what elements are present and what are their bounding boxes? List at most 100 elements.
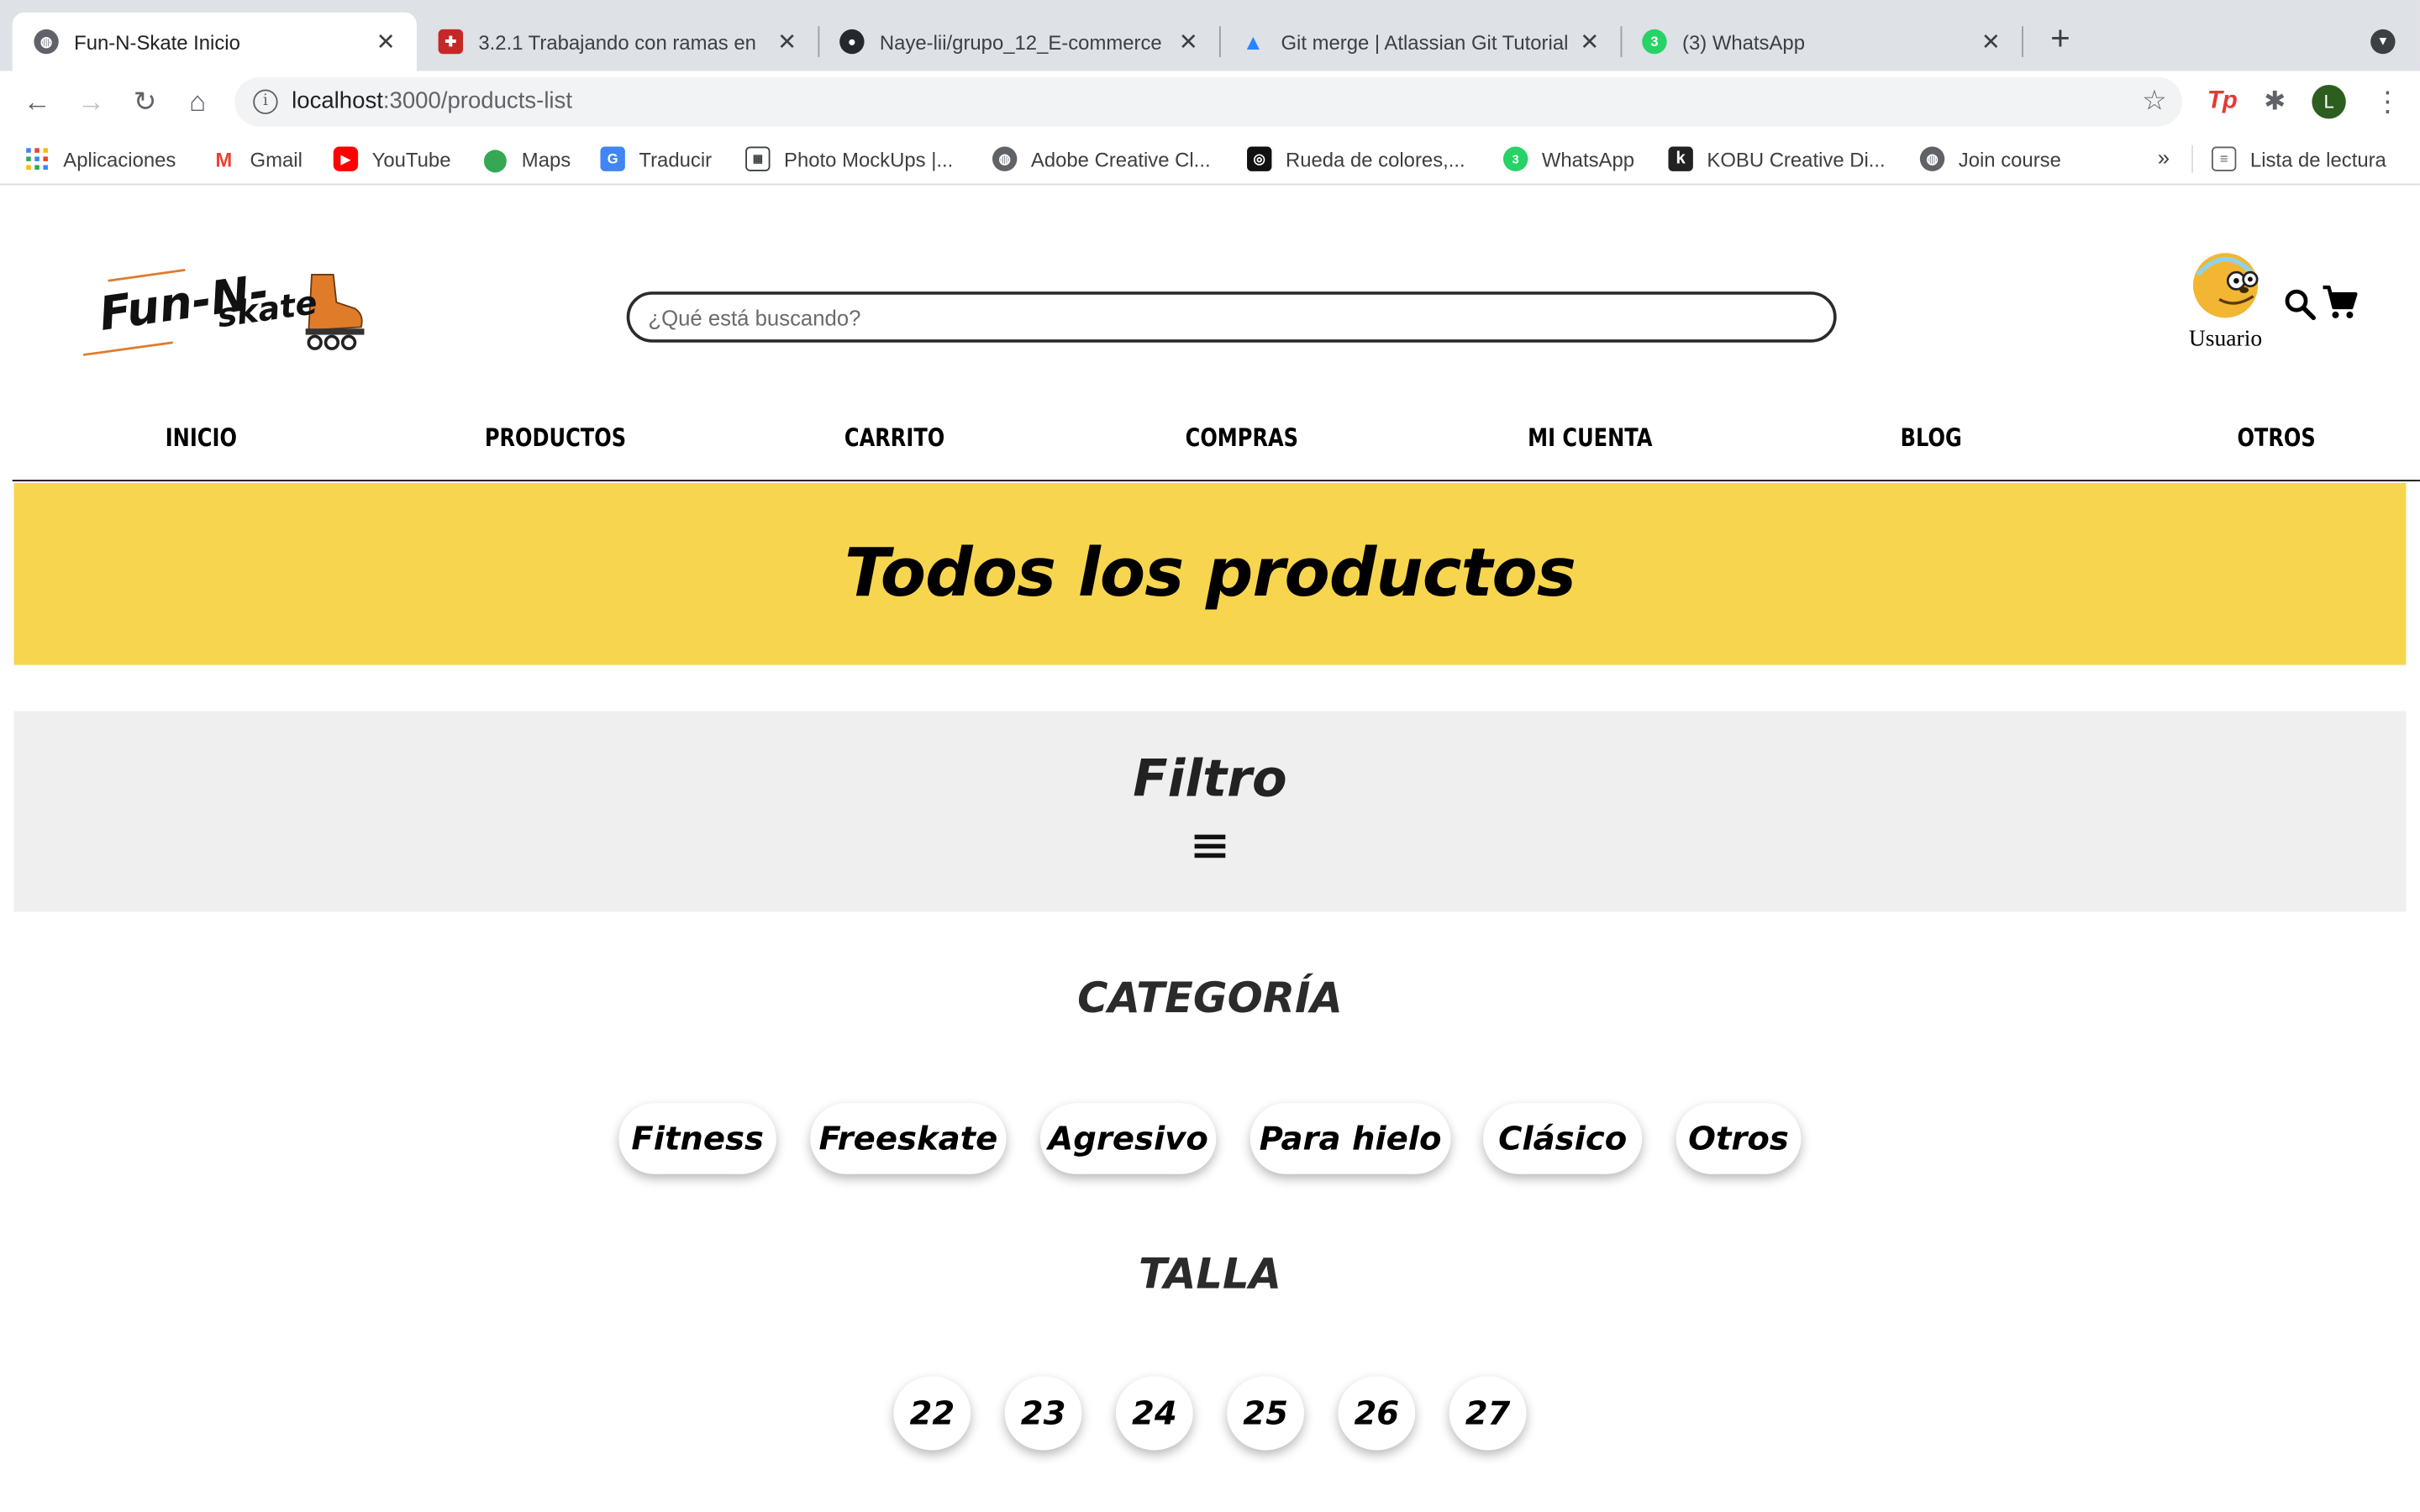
profile-avatar[interactable]: L <box>2312 85 2346 119</box>
tab-fun-n-skate[interactable]: ◍ Fun-N-Skate Inicio ✕ <box>12 12 417 71</box>
tab-title: 3.2.1 Trabajando con ramas en <box>478 29 756 54</box>
translate-icon: G <box>600 146 625 171</box>
reading-list-button[interactable]: ≡ Lista de lectura <box>2211 145 2386 173</box>
whatsapp-badge: 3 <box>1650 34 1659 50</box>
kobu-icon: k <box>1668 146 1693 171</box>
category-para-hielo-button[interactable]: Para hielo <box>1249 1103 1451 1174</box>
nav-inicio[interactable]: INICIO <box>166 423 237 452</box>
size-heading: TALLA <box>1138 1251 1281 1299</box>
size-26-button[interactable]: 26 <box>1338 1376 1416 1451</box>
search-icon[interactable] <box>2281 286 2318 323</box>
close-icon[interactable]: ✕ <box>1577 28 1602 55</box>
home-icon[interactable]: ⌂ <box>179 83 216 120</box>
close-icon[interactable]: ✕ <box>1176 28 1201 55</box>
nav-carrito[interactable]: CARRITO <box>844 423 944 452</box>
tab-title: (3) WhatsApp <box>1682 29 1805 54</box>
forward-arrow-icon[interactable]: → <box>72 83 109 120</box>
bookmark-adobe[interactable]: ◍ Adobe Creative Cl... <box>992 145 1211 173</box>
page-title: Todos los productos <box>844 535 1576 613</box>
size-24-button[interactable]: 24 <box>1115 1376 1193 1451</box>
tab-atlassian[interactable]: ▲ Git merge | Atlassian Git Tutorial ✕ <box>1219 13 1621 71</box>
gmail-icon: M <box>215 147 233 171</box>
reload-icon[interactable]: ↻ <box>127 83 164 120</box>
bookmark-youtube[interactable]: ▶ YouTube <box>333 145 450 173</box>
maps-pin-icon: ⬤ <box>483 145 508 171</box>
user-label: Usuario <box>2188 327 2263 352</box>
tab-trabajando-con-ramas[interactable]: ✚ 3.2.1 Trabajando con ramas en ✕ <box>417 13 818 71</box>
page-banner: Todos los productos <box>13 482 2407 665</box>
globe-icon: ◍ <box>1919 146 1945 171</box>
bookmark-aplicaciones[interactable]: Aplicaciones <box>24 145 176 173</box>
user-account-link[interactable]: Usuario <box>2179 247 2271 355</box>
tab-title: Naye-lii/grupo_12_E-commerce <box>879 29 1162 54</box>
back-arrow-icon[interactable]: ← <box>18 83 55 120</box>
reading-list-icon: ≡ <box>2211 146 2237 171</box>
bookmark-rueda-de-colores[interactable]: ◎ Rueda de colores,... <box>1247 145 1465 173</box>
nav-compras[interactable]: COMPRAS <box>1186 423 1298 452</box>
page-root: ◍ Fun-N-Skate Inicio ✕ ✚ 3.2.1 Trabajand… <box>0 0 2420 1512</box>
browser-toolbar: ← → ↻ ⌂ i localhost:3000/products-list ☆… <box>0 71 2420 133</box>
extensions-puzzle-icon[interactable]: ✱ <box>2258 85 2291 118</box>
address-bar[interactable]: i localhost:3000/products-list ☆ <box>234 76 2183 127</box>
tab-search-chevron-icon[interactable]: ▼ <box>2370 29 2396 55</box>
search-input[interactable] <box>626 291 1837 343</box>
more-bookmarks-button[interactable]: » <box>2158 145 2170 170</box>
tab-github[interactable]: ● Naye-lii/grupo_12_E-commerce ✕ <box>818 13 1219 71</box>
whatsapp-icon: 3 <box>1502 146 1528 171</box>
tab-title: Git merge | Atlassian Git Tutorial <box>1281 29 1569 54</box>
new-tab-button[interactable]: + <box>2044 21 2077 55</box>
size-23-button[interactable]: 23 <box>1004 1376 1082 1451</box>
bookmark-traducir[interactable]: G Traducir <box>600 145 712 173</box>
puzzle-favicon-icon: ✚ <box>438 29 464 55</box>
cart-icon[interactable] <box>2320 282 2360 323</box>
tab-title: Fun-N-Skate Inicio <box>74 29 240 54</box>
bookmark-maps[interactable]: ⬤ Maps <box>483 145 571 173</box>
filter-title: Filtro <box>1133 748 1287 809</box>
site-info-icon[interactable]: i <box>253 89 278 114</box>
category-fitness-button[interactable]: Fitness <box>618 1103 776 1174</box>
close-icon[interactable]: ✕ <box>775 28 799 55</box>
site-logo[interactable]: Fun-N- skate <box>81 262 374 361</box>
size-25-button[interactable]: 25 <box>1227 1376 1305 1451</box>
tab-divider <box>2022 26 2023 57</box>
nav-productos[interactable]: PRODUCTOS <box>485 423 626 452</box>
bookmark-star-icon[interactable]: ☆ <box>2142 85 2167 118</box>
browser-menu-icon[interactable]: ⋮ <box>2374 85 2402 118</box>
color-wheel-icon: ◎ <box>1247 146 1272 171</box>
main-navigation: INICIO PRODUCTOS CARRITO COMPRAS MI CUEN… <box>12 413 2420 482</box>
bookmarks-bar: Aplicaciones M Gmail ▶ YouTube ⬤ Maps G Trad… <box>0 132 2420 186</box>
mockup-icon: ▦ <box>745 146 771 171</box>
close-icon[interactable]: ✕ <box>1979 28 2003 55</box>
size-22-button[interactable]: 22 <box>893 1376 971 1451</box>
skate-logo-icon: Fun-N- skate <box>82 264 365 356</box>
globe-icon: ◍ <box>34 29 59 55</box>
github-icon: ● <box>839 29 865 55</box>
browser-tab-strip: ◍ Fun-N-Skate Inicio ✕ ✚ 3.2.1 Trabajand… <box>0 0 2420 71</box>
bookmark-photo-mockups[interactable]: ▦ Photo MockUps |... <box>745 145 953 173</box>
filter-panel: Filtro <box>13 711 2407 912</box>
bookmark-kobu[interactable]: k KOBU Creative Di... <box>1668 145 1886 173</box>
bookmarks-divider <box>2191 144 2193 173</box>
size-27-button[interactable]: 27 <box>1449 1376 1527 1451</box>
category-otros-button[interactable]: Otros <box>1676 1103 1802 1174</box>
globe-icon: ◍ <box>992 146 1018 171</box>
close-icon[interactable]: ✕ <box>373 28 397 55</box>
youtube-icon: ▶ <box>333 146 359 171</box>
category-heading: CATEGORÍA <box>1077 974 1343 1023</box>
apps-grid-icon <box>24 146 49 171</box>
extension-tp-icon[interactable]: Tp <box>2204 85 2241 118</box>
category-clasico-button[interactable]: Clásico <box>1483 1103 1643 1174</box>
whatsapp-icon: 3 <box>1642 29 1667 55</box>
bookmark-join-course[interactable]: ◍ Join course <box>1919 145 2061 173</box>
category-agresivo-button[interactable]: Agresivo <box>1039 1103 1217 1174</box>
category-freeskate-button[interactable]: Freeskate <box>810 1103 1007 1174</box>
user-avatar-icon <box>2192 253 2259 318</box>
bookmark-gmail[interactable]: M Gmail <box>212 145 302 173</box>
nav-blog[interactable]: BLOG <box>1901 423 1962 452</box>
atlassian-icon: ▲ <box>1242 29 1265 55</box>
tab-whatsapp[interactable]: 3 (3) WhatsApp ✕ <box>1621 13 2023 71</box>
nav-mi-cuenta[interactable]: MI CUENTA <box>1528 423 1652 452</box>
nav-otros[interactable]: OTROS <box>2237 423 2315 452</box>
bookmark-whatsapp[interactable]: 3 WhatsApp <box>1502 145 1634 173</box>
hamburger-menu-icon[interactable] <box>1194 834 1226 859</box>
